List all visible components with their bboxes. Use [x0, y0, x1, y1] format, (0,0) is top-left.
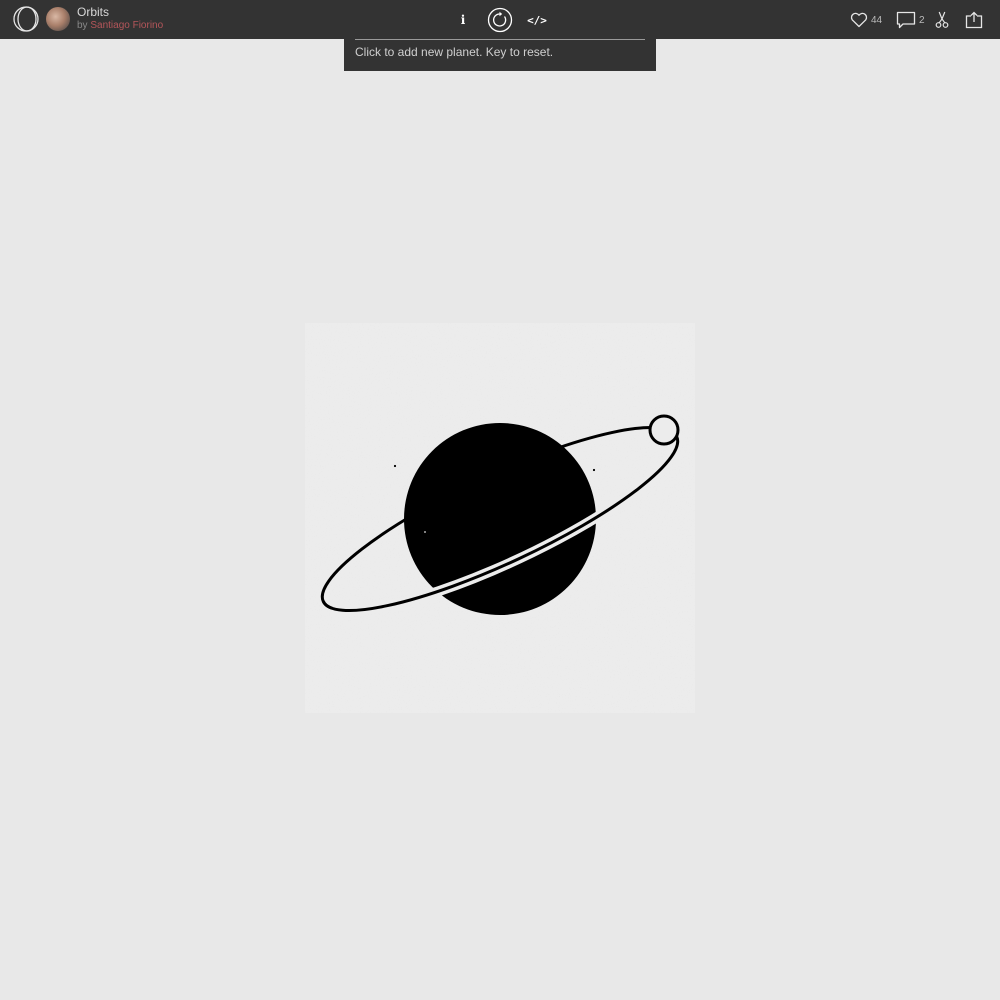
sketch-actions: 44 2 — [840, 0, 1000, 39]
planet — [404, 423, 596, 615]
sketch-toolbar: i </> — [450, 6, 550, 34]
openprocessing-logo-icon[interactable] — [10, 6, 42, 32]
comment-icon — [896, 11, 916, 29]
comment-count: 2 — [919, 14, 925, 26]
author-link[interactable]: Santiago Fiorino — [90, 20, 163, 31]
star-dot — [393, 464, 397, 468]
fork-icon — [935, 11, 949, 28]
share-icon — [965, 11, 983, 29]
top-bar: Orbits by Santiago Fiorino i </> 44 2 — [0, 0, 1000, 39]
comment-button[interactable]: 2 — [896, 10, 925, 30]
fork-button[interactable] — [935, 10, 949, 30]
sketch-title-block: Orbits by Santiago Fiorino — [77, 6, 163, 32]
restart-icon — [487, 7, 513, 33]
restart-button[interactable] — [487, 6, 513, 34]
heart-icon — [850, 12, 868, 28]
byline: by Santiago Fiorino — [77, 19, 163, 32]
byline-prefix: by — [77, 20, 88, 31]
info-description: Click to add new planet. Key to reset. — [355, 45, 554, 59]
code-button[interactable]: </> — [527, 6, 547, 34]
info-divider — [355, 39, 645, 40]
like-count: 44 — [871, 14, 883, 26]
info-panel: Click to add new planet. Key to reset. — [344, 39, 656, 71]
sketch-title: Orbits — [77, 5, 110, 19]
star-dot — [424, 531, 426, 533]
share-button[interactable] — [965, 10, 983, 30]
moon — [648, 414, 680, 446]
sketch-canvas[interactable] — [305, 323, 695, 713]
star-dot — [592, 468, 596, 472]
avatar[interactable] — [46, 7, 70, 31]
like-button[interactable]: 44 — [850, 10, 882, 30]
info-button[interactable]: i — [454, 6, 472, 34]
